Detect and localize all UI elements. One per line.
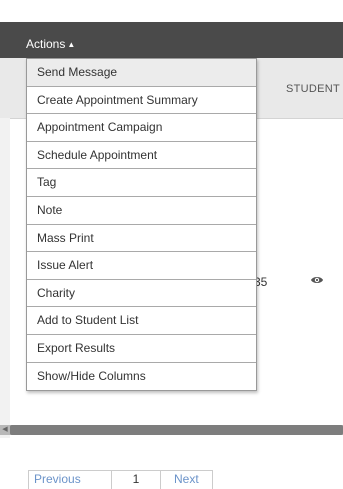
menu-item-create-appointment-summary[interactable]: Create Appointment Summary: [27, 87, 256, 115]
menu-item-tag[interactable]: Tag: [27, 169, 256, 197]
pagination-page-1[interactable]: 1: [112, 470, 161, 489]
menu-item-issue-alert[interactable]: Issue Alert: [27, 252, 256, 280]
menu-item-appointment-campaign[interactable]: Appointment Campaign: [27, 114, 256, 142]
menu-item-charity[interactable]: Charity: [27, 280, 256, 308]
actions-dropdown-menu: Send Message Create Appointment Summary …: [26, 58, 257, 392]
menu-item-note[interactable]: Note: [27, 197, 256, 225]
top-whitespace: [0, 0, 343, 22]
menu-item-export-results[interactable]: Export Results: [27, 335, 256, 363]
pagination: Previous 1 Next: [28, 470, 213, 489]
caret-up-icon: ▲: [67, 40, 76, 49]
actions-dropdown-button[interactable]: Actions ▲: [26, 37, 75, 52]
menu-item-send-message[interactable]: Send Message: [27, 59, 256, 87]
menu-item-schedule-appointment[interactable]: Schedule Appointment: [27, 142, 256, 170]
pagination-previous[interactable]: Previous: [28, 470, 112, 489]
scrollbar-thumb[interactable]: [10, 425, 343, 435]
column-header-student[interactable]: STUDENT: [286, 83, 340, 95]
table-left-gutter: [0, 118, 10, 438]
actions-toolbar: Actions ▲: [0, 22, 343, 58]
scroll-left-arrow-icon[interactable]: ◀: [1, 425, 9, 435]
eye-icon[interactable]: [310, 274, 324, 286]
menu-item-add-to-student-list[interactable]: Add to Student List: [27, 307, 256, 335]
menu-item-show-hide-columns[interactable]: Show/Hide Columns: [27, 363, 256, 391]
pagination-next[interactable]: Next: [161, 470, 213, 489]
actions-label: Actions: [26, 37, 66, 51]
menu-item-mass-print[interactable]: Mass Print: [27, 225, 256, 253]
